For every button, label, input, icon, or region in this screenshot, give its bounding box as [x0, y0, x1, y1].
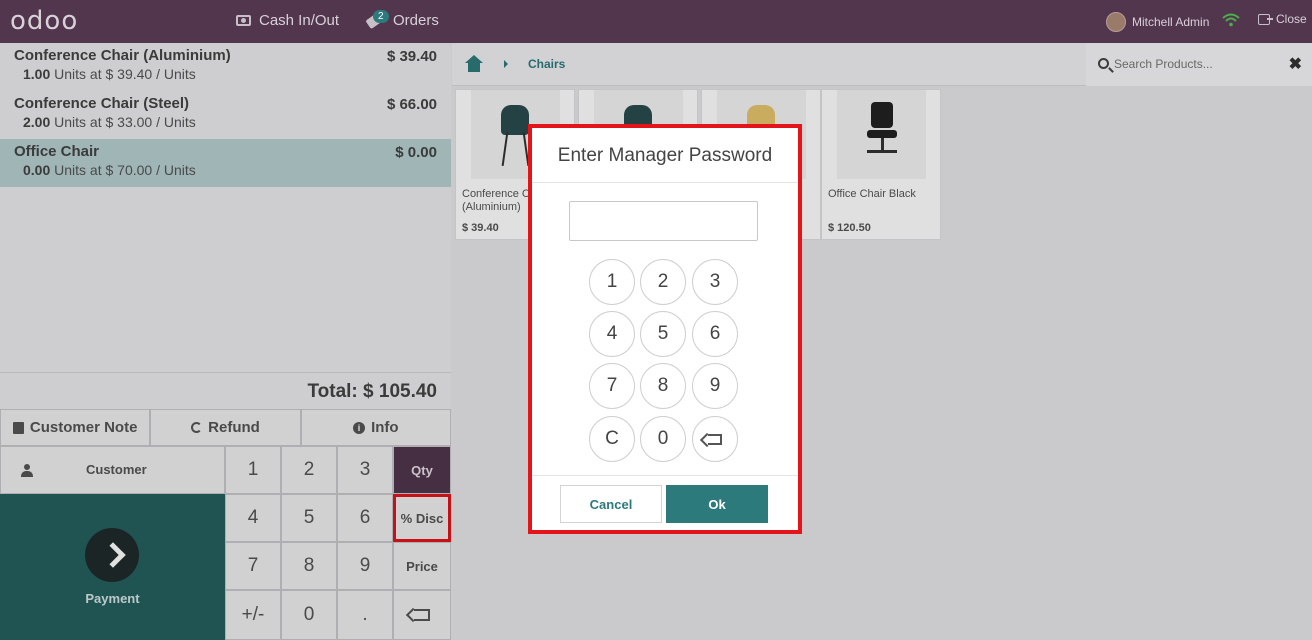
password-key-6[interactable]: 6 — [692, 311, 738, 357]
password-key-1[interactable]: 1 — [589, 259, 635, 305]
password-key-0[interactable]: 0 — [640, 416, 686, 462]
password-key-8[interactable]: 8 — [640, 363, 686, 409]
password-backspace-button[interactable] — [692, 416, 738, 462]
backspace-icon — [708, 433, 722, 445]
manager-password-dialog: Enter Manager Password 1 2 3 4 5 6 7 8 9… — [528, 124, 802, 534]
orders-label: Orders — [393, 12, 439, 29]
top-bar: odoo Cash In/Out Orders 2 Mitchell Admin… — [0, 0, 1312, 43]
divider — [532, 475, 798, 476]
odoo-logo: odoo — [10, 6, 79, 36]
wifi-icon — [1222, 13, 1240, 27]
password-key-2[interactable]: 2 — [640, 259, 686, 305]
cancel-button[interactable]: Cancel — [560, 485, 662, 523]
dialog-title: Enter Manager Password — [557, 145, 773, 166]
sign-out-icon — [1258, 13, 1273, 25]
close-label: Close — [1276, 12, 1307, 26]
password-key-clear[interactable]: C — [589, 416, 635, 462]
password-input[interactable] — [569, 201, 758, 241]
close-button[interactable]: Close — [1258, 12, 1307, 26]
cash-in-out-label: Cash In/Out — [259, 12, 340, 29]
user-menu[interactable]: Mitchell Admin — [1106, 12, 1209, 32]
cash-icon — [236, 15, 251, 26]
cash-in-out-button[interactable]: Cash In/Out — [236, 12, 339, 29]
password-key-9[interactable]: 9 — [692, 363, 738, 409]
user-name: Mitchell Admin — [1132, 15, 1210, 29]
password-key-5[interactable]: 5 — [640, 311, 686, 357]
avatar — [1106, 12, 1126, 32]
password-key-4[interactable]: 4 — [589, 311, 635, 357]
divider — [532, 182, 798, 183]
orders-count-badge: 2 — [373, 10, 389, 23]
password-key-7[interactable]: 7 — [589, 363, 635, 409]
ok-button[interactable]: Ok — [666, 485, 768, 523]
password-key-3[interactable]: 3 — [692, 259, 738, 305]
